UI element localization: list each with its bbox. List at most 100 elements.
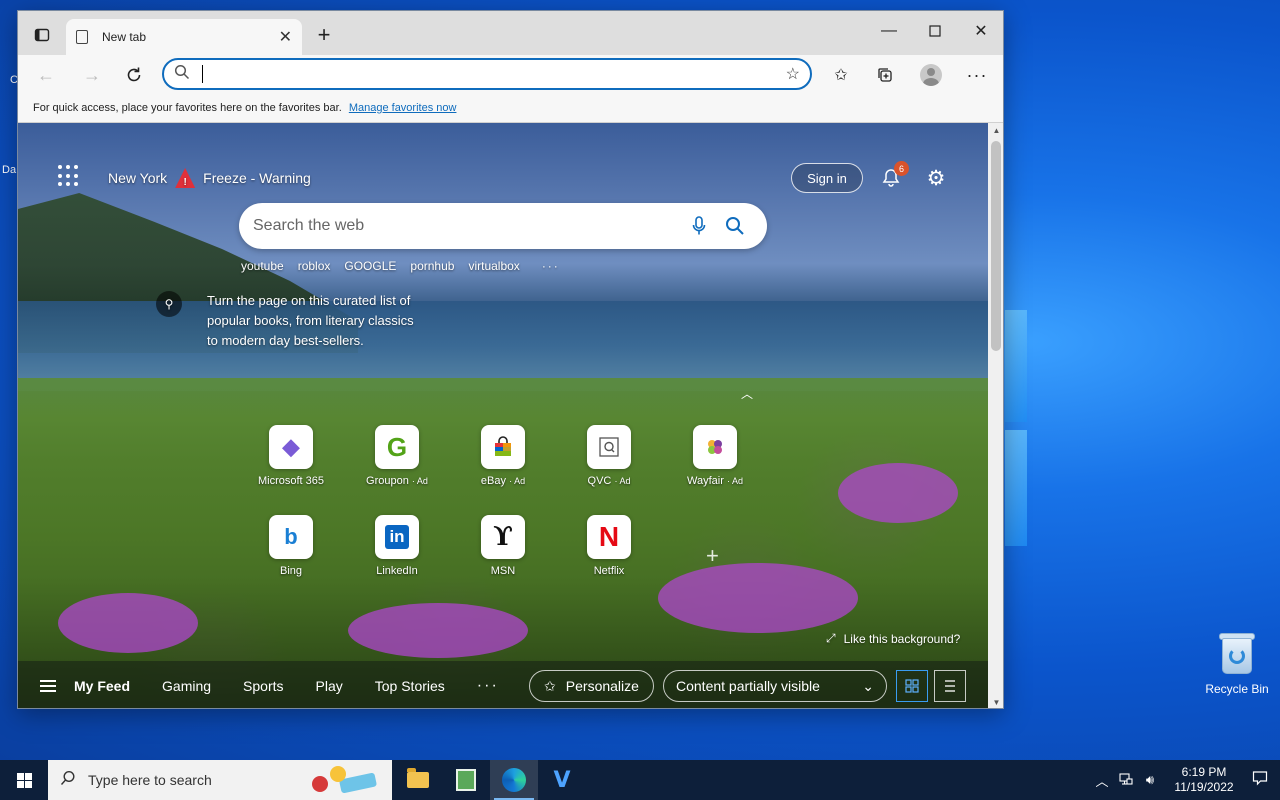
grid-view-button[interactable] bbox=[896, 670, 928, 702]
taskbar: Type here to search V ︿ 🔊︎ 6:19 PM 11/19… bbox=[0, 760, 1280, 800]
quick-link-label: Microsoft 365 bbox=[257, 475, 325, 487]
profile-avatar-icon[interactable] bbox=[915, 59, 947, 91]
new-tab-page: New York ! Freeze - Warning Sign in 6 ⚙ … bbox=[18, 123, 988, 708]
address-bar[interactable]: ☆ bbox=[162, 58, 812, 90]
notifications-bell-icon[interactable]: 6 bbox=[878, 161, 909, 191]
add-favorite-icon[interactable]: ☆ bbox=[786, 64, 800, 84]
taskbar-file-explorer[interactable] bbox=[394, 760, 442, 800]
web-search-box[interactable] bbox=[239, 203, 767, 249]
start-button[interactable] bbox=[0, 760, 48, 800]
ad-label: · Ad bbox=[614, 476, 631, 486]
like-background-button[interactable]: ⤢ Like this background? bbox=[826, 631, 960, 646]
network-icon[interactable] bbox=[1114, 772, 1138, 789]
spreadsheet-icon bbox=[456, 769, 476, 791]
more-trending-button[interactable]: ··· bbox=[542, 259, 560, 273]
quick-link-netflix[interactable]: N Netflix bbox=[564, 515, 654, 577]
microphone-icon[interactable] bbox=[681, 208, 717, 244]
favorites-icon[interactable]: ✩ bbox=[825, 59, 857, 91]
quick-link-ebay[interactable]: eBay · Ad bbox=[458, 425, 548, 487]
weather-alert: Freeze - Warning bbox=[203, 170, 311, 186]
page-scrollbar[interactable]: ▲ ▼ bbox=[988, 123, 1003, 708]
trending-search-item[interactable]: youtube bbox=[241, 259, 284, 273]
settings-gear-icon[interactable]: ⚙ bbox=[923, 165, 949, 191]
folder-icon bbox=[407, 768, 429, 788]
desktop-icon-fragment[interactable]: Da bbox=[2, 164, 16, 176]
close-window-button[interactable]: ✕ bbox=[958, 11, 1003, 51]
msn-butterfly-icon: ϒ bbox=[481, 515, 525, 559]
background-flowers bbox=[838, 463, 958, 523]
scroll-down-arrow[interactable]: ▼ bbox=[988, 698, 1003, 707]
virtualbox-icon: V bbox=[553, 767, 571, 793]
taskbar-search-placeholder: Type here to search bbox=[88, 772, 212, 788]
volume-icon[interactable]: 🔊︎ bbox=[1138, 772, 1162, 788]
quick-link-label: LinkedIn bbox=[376, 565, 418, 577]
ad-label: · Ad bbox=[509, 476, 526, 486]
feed-tab-top-stories[interactable]: Top Stories bbox=[375, 678, 445, 694]
personalize-button[interactable]: ✩ Personalize bbox=[529, 670, 654, 702]
clock[interactable]: 6:19 PM 11/19/2022 bbox=[1168, 765, 1240, 795]
promo-card[interactable]: ⚲ Turn the page on this curated list of … bbox=[156, 291, 416, 351]
quick-link-msn[interactable]: ϒ MSN bbox=[458, 515, 548, 577]
scroll-up-arrow[interactable]: ▲ bbox=[988, 126, 1003, 135]
search-icon: ⚲ bbox=[156, 291, 182, 317]
trending-search-item[interactable]: virtualbox bbox=[468, 259, 519, 273]
close-tab-icon[interactable]: ✕ bbox=[279, 27, 292, 47]
new-tab-button[interactable]: + bbox=[308, 19, 340, 51]
taskbar-spreadsheet-app[interactable] bbox=[442, 760, 490, 800]
chevron-up-icon[interactable]: ︿ bbox=[741, 385, 753, 402]
weather-city: New York bbox=[108, 170, 168, 186]
quick-link-bing[interactable]: b Bing bbox=[246, 515, 336, 577]
content-visibility-dropdown[interactable]: Content partially visible ⌄ bbox=[663, 670, 887, 702]
taskbar-search-box[interactable]: Type here to search bbox=[48, 760, 392, 800]
quick-link-label: MSN bbox=[490, 565, 516, 577]
more-feed-tabs-button[interactable]: ··· bbox=[477, 677, 499, 695]
trending-searches: youtube roblox GOOGLE pornhub virtualbox… bbox=[241, 259, 560, 273]
recycle-bin-icon bbox=[1218, 630, 1256, 676]
list-view-button[interactable] bbox=[934, 670, 966, 702]
trending-search-item[interactable]: GOOGLE bbox=[344, 259, 396, 273]
minimize-button[interactable]: — bbox=[866, 11, 912, 51]
wallpaper-logo-pane bbox=[1005, 430, 1027, 546]
quick-link-linkedin[interactable]: in LinkedIn bbox=[352, 515, 442, 577]
refresh-button[interactable] bbox=[118, 59, 150, 91]
tab-new-tab[interactable]: New tab ✕ bbox=[66, 19, 302, 55]
feed-tab-play[interactable]: Play bbox=[316, 678, 343, 694]
hamburger-menu-icon[interactable] bbox=[40, 679, 56, 692]
feed-tab-sports[interactable]: Sports bbox=[243, 678, 283, 694]
back-button[interactable]: ← bbox=[30, 59, 62, 91]
recycle-bin[interactable]: Recycle Bin bbox=[1198, 630, 1276, 696]
add-shortcut-icon[interactable]: + bbox=[706, 543, 719, 569]
trending-search-item[interactable]: pornhub bbox=[410, 259, 454, 273]
forward-button[interactable]: → bbox=[76, 59, 108, 91]
quick-link-label: eBay bbox=[480, 475, 506, 487]
taskbar-microsoft-edge[interactable] bbox=[490, 760, 538, 800]
sign-in-button[interactable]: Sign in bbox=[791, 163, 863, 193]
scrollbar-thumb[interactable] bbox=[991, 141, 1001, 351]
qvc-icon bbox=[587, 425, 631, 469]
ad-label: · Ad bbox=[726, 476, 743, 486]
taskbar-virtualbox[interactable]: V bbox=[538, 760, 586, 800]
edge-icon bbox=[502, 768, 526, 792]
quick-link-label: Groupon bbox=[366, 475, 409, 487]
collections-icon[interactable] bbox=[869, 59, 901, 91]
personalize-icon: ✩ bbox=[544, 677, 556, 694]
personalize-label: Personalize bbox=[565, 678, 639, 694]
show-hidden-icons-chevron-icon[interactable]: ︿ bbox=[1090, 771, 1114, 790]
manage-favorites-link[interactable]: Manage favorites now bbox=[349, 102, 457, 114]
web-search-input[interactable] bbox=[253, 217, 681, 235]
quick-link-groupon[interactable]: G Groupon · Ad bbox=[352, 425, 442, 487]
quick-link-wayfair[interactable]: Wayfair · Ad bbox=[670, 425, 760, 487]
more-menu-icon[interactable]: ··· bbox=[961, 59, 993, 91]
address-input[interactable] bbox=[207, 66, 786, 82]
search-icon[interactable] bbox=[717, 208, 753, 244]
quick-link-qvc[interactable]: QVC · Ad bbox=[564, 425, 654, 487]
quick-link-microsoft-365[interactable]: ◆ Microsoft 365 bbox=[246, 425, 336, 487]
action-center-icon[interactable] bbox=[1240, 770, 1280, 791]
apps-launcher-icon[interactable] bbox=[58, 165, 80, 187]
feed-tab-my-feed[interactable]: My Feed bbox=[74, 678, 130, 694]
feed-tab-gaming[interactable]: Gaming bbox=[162, 678, 211, 694]
tab-actions-icon[interactable] bbox=[26, 19, 58, 51]
weather-widget[interactable]: New York ! Freeze - Warning bbox=[108, 168, 311, 188]
maximize-button[interactable] bbox=[912, 11, 958, 51]
trending-search-item[interactable]: roblox bbox=[298, 259, 331, 273]
